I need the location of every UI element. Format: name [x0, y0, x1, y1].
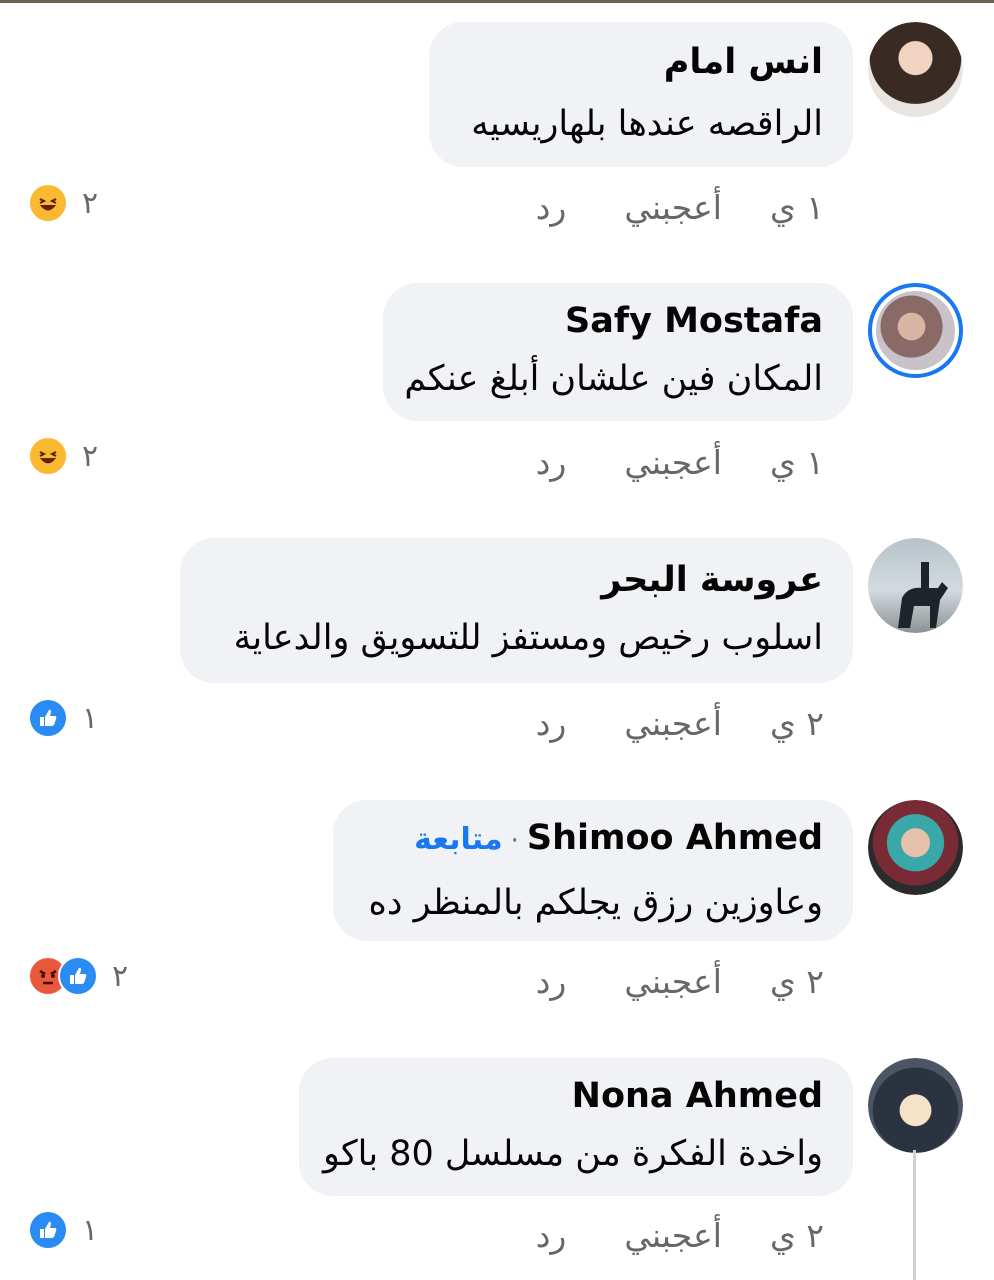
author-name[interactable]: Shimoo Ahmed: [527, 818, 823, 858]
comment-actions: ٢ ي أعجبني رد: [536, 962, 824, 1001]
reaction-count: ١: [82, 700, 99, 736]
comment-time[interactable]: ٢ ي: [770, 1216, 824, 1255]
reaction-count: ١: [82, 1212, 99, 1248]
comment-time[interactable]: ١ ي: [770, 443, 824, 482]
comment-text: الراقصه عندها بلهاريسيه: [471, 104, 823, 144]
reply-button[interactable]: رد: [536, 962, 567, 1001]
avatar[interactable]: [868, 800, 963, 895]
comment-bubble: Shimoo Ahmed · متابعة وعاوزين رزق يجلكم با…: [333, 800, 853, 941]
like-icon: [28, 1210, 68, 1250]
haha-icon: [28, 436, 68, 476]
like-button[interactable]: أعجبني: [624, 704, 722, 743]
follow-link[interactable]: متابعة: [414, 822, 502, 857]
like-icon: [58, 956, 98, 996]
comment-author[interactable]: Nona Ahmed: [329, 1076, 823, 1116]
reaction-summary[interactable]: ٢: [28, 183, 98, 223]
comment-text: المكان فين علشان أبلغ عنكم: [404, 359, 823, 399]
comment-bubble: Nona Ahmed واخدة الفكرة من مسلسل 80 باكو: [299, 1058, 853, 1196]
reply-button[interactable]: رد: [536, 443, 567, 482]
reaction-summary[interactable]: ٢: [28, 956, 128, 996]
separator-dot: ·: [510, 826, 519, 856]
like-button[interactable]: أعجبني: [624, 188, 722, 227]
reply-thread-line: [913, 1150, 916, 1280]
avatar[interactable]: [868, 1058, 963, 1153]
comment-time[interactable]: ٢ ي: [770, 962, 824, 1001]
reaction-summary[interactable]: ٢: [28, 436, 98, 476]
comment-actions: ١ ي أعجبني رد: [536, 443, 824, 482]
reaction-summary[interactable]: ١: [28, 698, 98, 738]
comment-author[interactable]: Safy Mostafa: [413, 301, 823, 341]
comment-bubble: عروسة البحر اسلوب رخيص ومستفز للتسويق وا…: [180, 538, 853, 683]
like-button[interactable]: أعجبني: [624, 443, 722, 482]
comment-author[interactable]: عروسة البحر: [210, 560, 823, 600]
haha-icon: [28, 183, 68, 223]
comment-actions: ٢ ي أعجبني رد: [536, 1216, 824, 1255]
reply-button[interactable]: رد: [536, 704, 567, 743]
comment-time[interactable]: ١ ي: [770, 188, 824, 227]
comment-text: وعاوزين رزق يجلكم بالمنظر ده: [368, 883, 823, 923]
comment-author: Shimoo Ahmed · متابعة: [363, 818, 823, 861]
like-icon: [28, 698, 68, 738]
comment-text: اسلوب رخيص ومستفز للتسويق والدعاية: [233, 618, 823, 658]
reaction-count: ٢: [82, 185, 99, 221]
like-button[interactable]: أعجبني: [624, 1216, 722, 1255]
reply-button[interactable]: رد: [536, 1216, 567, 1255]
comment-text: واخدة الفكرة من مسلسل 80 باكو: [322, 1134, 823, 1174]
reaction-count: ٢: [82, 438, 99, 474]
like-button[interactable]: أعجبني: [624, 962, 722, 1001]
avatar[interactable]: [868, 283, 963, 378]
comment-bubble: Safy Mostafa المكان فين علشان أبلغ عنكم: [383, 283, 853, 421]
avatar[interactable]: [868, 538, 963, 633]
top-divider: [0, 0, 994, 3]
reply-button[interactable]: رد: [536, 188, 567, 227]
comment-bubble: انس امام الراقصه عندها بلهاريسيه: [429, 22, 853, 167]
reaction-summary[interactable]: ١: [28, 1210, 98, 1250]
reaction-count: ٢: [112, 958, 129, 994]
comment-author[interactable]: انس امام: [459, 42, 823, 82]
avatar[interactable]: [868, 22, 963, 117]
comment-actions: ١ ي أعجبني رد: [536, 188, 824, 227]
comment-time[interactable]: ٢ ي: [770, 704, 824, 743]
comment-actions: ٢ ي أعجبني رد: [536, 704, 824, 743]
